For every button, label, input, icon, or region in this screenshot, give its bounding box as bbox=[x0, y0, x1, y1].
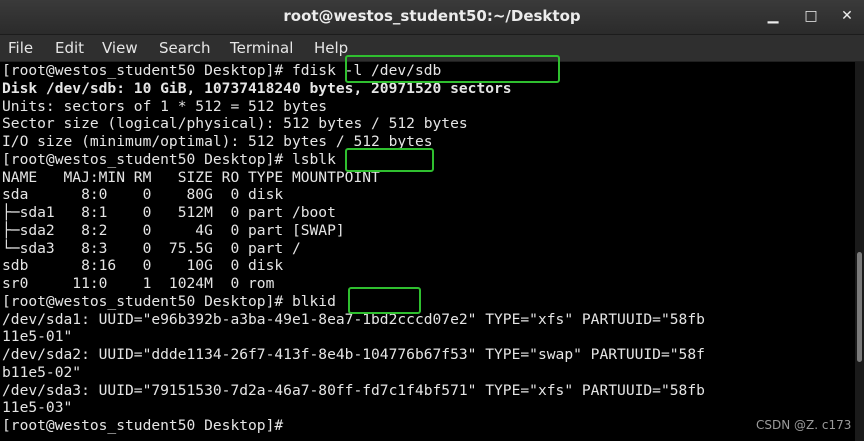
title-bar[interactable]: root@westos_student50:~/Desktop ▁ □ ✕ bbox=[0, 0, 864, 35]
terminal-line: Units: sectors of 1 * 512 = 512 bytes bbox=[2, 97, 328, 115]
terminal-line: └─sda3 8:3 0 75.5G 0 part / bbox=[2, 239, 301, 257]
highlight-lsblk bbox=[345, 148, 434, 172]
terminal-line: sda 8:0 0 80G 0 disk bbox=[2, 186, 284, 204]
terminal-line: /dev/sda1: UUID="e96b392b-a3ba-49e1-8ea7… bbox=[2, 310, 705, 328]
menu-search[interactable]: Search bbox=[159, 39, 211, 57]
highlight-blkid bbox=[348, 287, 421, 314]
watermark: CSDN @Z. c173 bbox=[756, 418, 852, 432]
menu-view[interactable]: View bbox=[102, 39, 138, 57]
terminal-line: b11e5-02" bbox=[2, 363, 82, 381]
menu-edit[interactable]: Edit bbox=[55, 39, 84, 57]
menu-file[interactable]: File bbox=[8, 39, 33, 57]
terminal-line: /dev/sda3: UUID="79151530-7d2a-46a7-80ff… bbox=[2, 381, 705, 399]
close-icon[interactable]: ✕ bbox=[836, 6, 858, 26]
terminal-line: [root@westos_student50 Desktop]# bbox=[2, 417, 284, 434]
terminal-output[interactable]: [root@westos_student50 Desktop]# fdisk -… bbox=[0, 62, 855, 441]
terminal-window: root@westos_student50:~/Desktop ▁ □ ✕ Fi… bbox=[0, 0, 864, 441]
window-title: root@westos_student50:~/Desktop bbox=[283, 7, 581, 25]
minimize-icon[interactable]: ▁ bbox=[762, 6, 784, 26]
terminal-line: /dev/sda2: UUID="ddde1134-26f7-413f-8e4b… bbox=[2, 346, 705, 363]
menu-help[interactable]: Help bbox=[314, 39, 348, 57]
maximize-icon[interactable]: □ bbox=[800, 6, 822, 26]
terminal-line: ├─sda1 8:1 0 512M 0 part /boot bbox=[2, 204, 336, 221]
scrollbar-thumb[interactable] bbox=[857, 252, 862, 362]
highlight-fdisk bbox=[345, 55, 560, 83]
terminal-line: 11e5-03" bbox=[2, 399, 73, 417]
terminal-line: [root@westos_student50 Desktop]# blkid bbox=[2, 292, 336, 310]
terminal-line: sr0 11:0 1 1024M 0 rom bbox=[2, 275, 275, 292]
terminal-line: Sector size (logical/physical): 512 byte… bbox=[2, 115, 468, 133]
menu-terminal[interactable]: Terminal bbox=[230, 39, 293, 57]
terminal-line: sdb 8:16 0 10G 0 disk bbox=[2, 257, 284, 275]
terminal-line: ├─sda2 8:2 0 4G 0 part [SWAP] bbox=[2, 221, 345, 239]
scrollbar[interactable] bbox=[855, 62, 864, 441]
terminal-line: 11e5-01" bbox=[2, 328, 73, 346]
